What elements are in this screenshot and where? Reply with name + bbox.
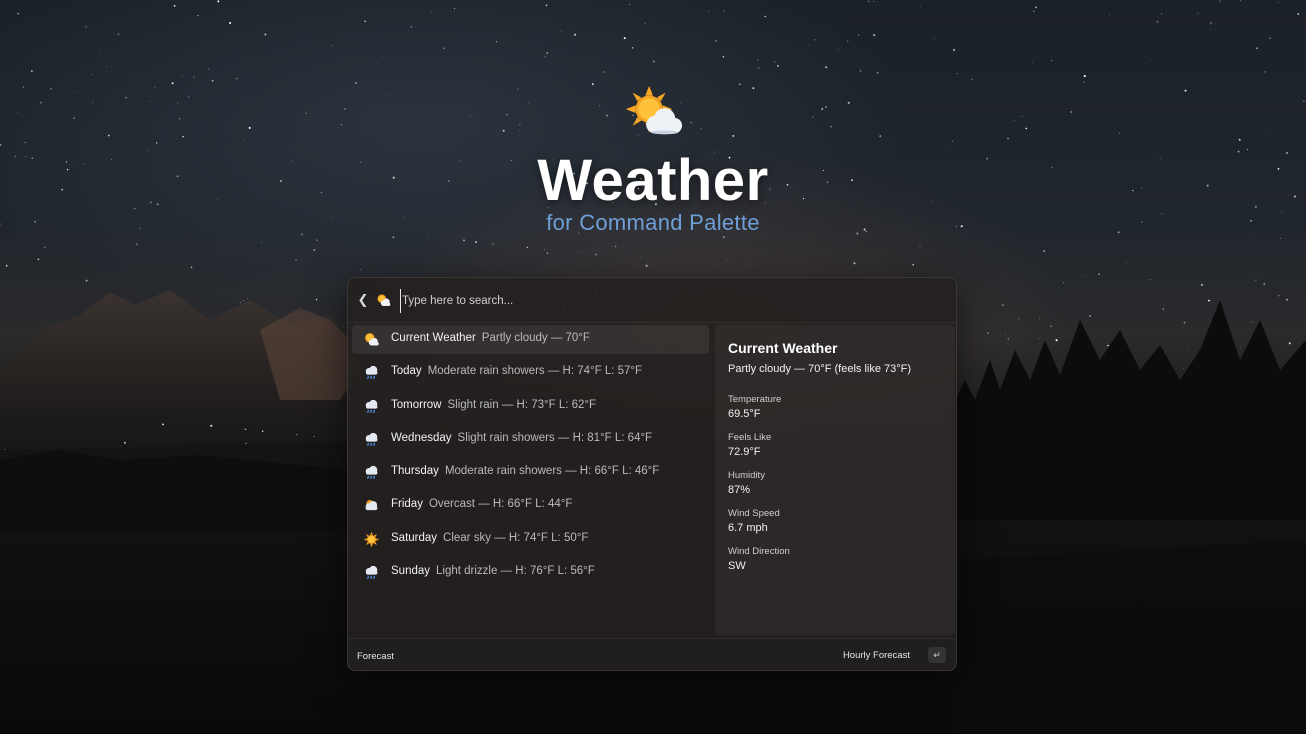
- partly-cloudy-icon: [363, 331, 380, 348]
- detail-field-value: SW: [728, 560, 746, 572]
- list-item-title: Today: [391, 365, 422, 378]
- detail-field-value: 72.9°F: [728, 446, 761, 458]
- details-pane: Current Weather Partly cloudy — 70°F (fe…: [715, 325, 955, 635]
- list-item-subtitle: Light drizzle — H: 76°F L: 56°F: [436, 565, 595, 578]
- list-item-title: Wednesday: [391, 431, 452, 444]
- list-item[interactable]: Wednesday Slight rain showers — H: 81°F L…: [352, 425, 709, 454]
- detail-field-value: 87%: [728, 484, 751, 496]
- detail-field-label: Humidity: [728, 470, 765, 481]
- detail-field-value: 6.7 mph: [728, 522, 768, 534]
- search-bar: ❮: [348, 278, 956, 323]
- list-item-title: Thursday: [391, 465, 439, 478]
- list-item[interactable]: Today Moderate rain showers — H: 74°F L: …: [352, 358, 709, 387]
- list-item-title: Friday: [391, 498, 423, 511]
- enter-key-icon: ↵: [928, 647, 946, 663]
- footer-bar: Forecast Hourly Forecast ↵: [348, 638, 956, 670]
- chevron-left-icon[interactable]: ❮: [354, 291, 372, 309]
- details-summary: Partly cloudy — 70°F (feels like 73°F): [728, 363, 912, 375]
- rain-cloud-icon: [363, 564, 380, 581]
- list-item-title: Current Weather: [391, 332, 476, 344]
- search-input[interactable]: [400, 289, 944, 313]
- list-item-title: Tomorrow: [391, 398, 442, 411]
- list-item[interactable]: Tomorrow Slight rain — H: 73°F L: 62°F: [352, 392, 709, 421]
- list-item[interactable]: Sunday Light drizzle — H: 76°F L: 56°F: [352, 558, 709, 587]
- overcast-cloud-icon: [363, 497, 380, 514]
- sun-behind-cloud-icon: [625, 85, 683, 135]
- detail-field-label: Wind Direction: [728, 546, 790, 557]
- sun-icon: [363, 531, 380, 548]
- list-item-title: Sunday: [391, 565, 431, 578]
- list-item-title: Saturday: [391, 531, 438, 544]
- hourly-forecast-button[interactable]: Hourly Forecast: [843, 650, 910, 661]
- command-palette-window: ❮ Current Weather Partly cloudy — 70°F Tod…: [347, 277, 957, 671]
- list-item[interactable]: Current Weather Partly cloudy — 70°F: [352, 325, 709, 354]
- list-item[interactable]: Saturday Clear sky — H: 74°F L: 50°F: [352, 525, 709, 554]
- rain-cloud-icon: [363, 431, 380, 448]
- footer-title: Forecast: [357, 651, 394, 662]
- detail-field: Wind Direction SW: [728, 546, 790, 572]
- detail-field-value: 69.5°F: [728, 408, 761, 420]
- detail-field: Feels Like 72.9°F: [728, 432, 771, 458]
- list-item[interactable]: Thursday Moderate rain showers — H: 66°F …: [352, 458, 709, 487]
- rain-cloud-icon: [363, 398, 380, 415]
- detail-field-label: Feels Like: [728, 432, 772, 443]
- rain-cloud-icon: [363, 364, 380, 381]
- list-item[interactable]: Friday Overcast — H: 66°F L: 44°F: [352, 491, 709, 520]
- list-item-subtitle: Slight rain showers — H: 81°F L: 64°F: [457, 431, 653, 444]
- detail-field: Wind Speed 6.7 mph: [728, 508, 780, 534]
- list-item-subtitle: Partly cloudy — 70°F: [481, 332, 590, 344]
- rain-cloud-icon: [363, 464, 380, 481]
- detail-field-label: Wind Speed: [728, 508, 780, 519]
- list-item-subtitle: Slight rain — H: 73°F L: 62°F: [447, 398, 597, 411]
- list-item-subtitle: Overcast — H: 66°F L: 44°F: [428, 498, 573, 511]
- list-item-subtitle: Moderate rain showers — H: 74°F L: 57°F: [427, 365, 643, 378]
- detail-field-label: Temperature: [728, 394, 782, 405]
- detail-field: Humidity 87%: [728, 470, 765, 496]
- details-title: Current Weather: [728, 340, 838, 356]
- sun-behind-cloud-icon: [377, 294, 391, 307]
- hero-title: Weather: [537, 148, 769, 213]
- hero-header: Weather for Command Palette: [0, 82, 1306, 236]
- list-item-subtitle: Clear sky — H: 74°F L: 50°F: [443, 531, 589, 544]
- detail-field: Temperature 69.5°F: [728, 394, 781, 420]
- hero-subtitle: for Command Palette: [546, 210, 760, 235]
- results-list: Current Weather Partly cloudy — 70°F Today…: [352, 325, 709, 591]
- list-item-subtitle: Moderate rain showers — H: 66°F L: 46°F: [444, 465, 660, 478]
